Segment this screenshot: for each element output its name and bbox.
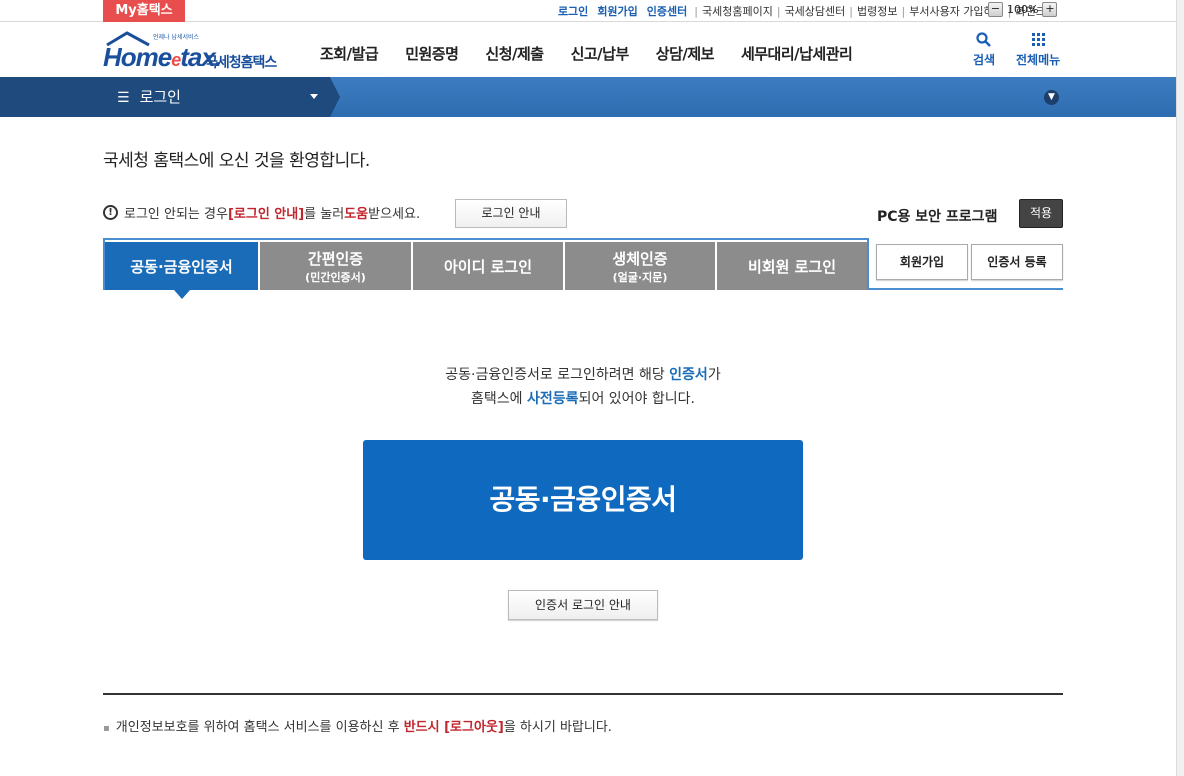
logout-notice: ▪ 개인정보보호를 위하여 홈택스 서비스를 이용하신 후 반드시 [로그아웃]을… [103, 716, 612, 735]
zoom-in-button[interactable]: + [1042, 2, 1058, 17]
menu-item-consult[interactable]: 상담/제보 [656, 43, 715, 64]
menu-item-certificate[interactable]: 민원증명 [405, 43, 459, 64]
notice-text-5: 받으세요. [368, 207, 421, 222]
law-info-link[interactable]: 법령정보 [857, 3, 897, 19]
login-guide-button[interactable]: 로그인 안내 [455, 199, 567, 228]
zoom-control: − 100% + [988, 2, 1058, 17]
separator: | [694, 4, 698, 18]
description-line-2: 홈택스에 사전등록되어 있어야 합니다. [363, 387, 803, 411]
tab-simple-auth[interactable]: 간편인증 (민간인증서) [260, 242, 411, 290]
tab-label: 아이디 로그인 [443, 257, 533, 276]
caret-down-icon[interactable] [310, 94, 318, 99]
site-header: 언제나 납세서비스 Homeetax. 국세청홈택스 조회/발급 민원증명 신청… [0, 23, 1176, 77]
main-menu: 조회/발급 민원증명 신청/제출 신고/납부 상담/제보 세무대리/납세관리 [320, 43, 879, 64]
tab-biometric[interactable]: 생체인증 (얼굴·지문) [565, 242, 715, 290]
search-button[interactable]: 검색 [973, 31, 995, 68]
zoom-out-button[interactable]: − [988, 2, 1003, 17]
signup-button[interactable]: 회원가입 [876, 244, 968, 280]
hometax-logo[interactable]: 언제나 납세서비스 Homeetax. 국세청홈택스 [103, 29, 283, 73]
cert-center-link[interactable]: 인증센터 [647, 3, 687, 19]
menu-item-inquiry[interactable]: 조회/발급 [320, 43, 379, 64]
nts-homepage-link[interactable]: 국세청홈페이지 [702, 3, 773, 19]
divider [103, 693, 1063, 695]
vertical-scrollbar[interactable] [1176, 0, 1184, 776]
cert-login-description: 공동·금융인증서로 로그인하려면 해당 인증서가 홈택스에 사전등록되어 있어야… [363, 363, 803, 411]
exclamation-icon: ! [103, 205, 118, 220]
tab-id-login[interactable]: 아이디 로그인 [413, 242, 563, 290]
login-link[interactable]: 로그인 [558, 3, 588, 19]
separator: | [776, 4, 781, 18]
location-text: 로그인 [139, 88, 181, 106]
footer-highlight: 반드시 [로그아웃] [403, 720, 504, 735]
logo-korean-name: 국세청홈택스 [205, 55, 277, 71]
desc-highlight: 인증서 [669, 367, 708, 383]
search-icon [976, 32, 991, 47]
apply-security-button[interactable]: 적용 [1019, 199, 1063, 228]
notice-text-4: 도움 [344, 207, 369, 222]
logo-e-text: e [171, 50, 181, 70]
tax-consult-link[interactable]: 국세상담센터 [785, 3, 846, 19]
active-tab-pointer [174, 290, 190, 299]
tab-label: 간편인증 [307, 249, 364, 268]
location-label: ☰ 로그인 [117, 77, 181, 118]
footer-text: 개인정보보호를 위하여 홈택스 서비스를 이용하신 후 [115, 720, 404, 735]
tab-sublabel: (민간인증서) [305, 270, 366, 284]
chevron-down-icon[interactable]: ▼ [1044, 90, 1059, 105]
page-title: 국세청 홈택스에 오신 것을 환영합니다. [103, 151, 370, 171]
tab-joint-financial-cert[interactable]: 공동·금융인증서 [105, 242, 258, 290]
logo-home-text: Home [103, 42, 172, 72]
signup-link[interactable]: 회원가입 [597, 3, 637, 19]
desc-text: 공동·금융인증서로 로그인하려면 해당 [445, 367, 670, 383]
logo-tagline: 언제나 납세서비스 [153, 34, 200, 41]
tab-label: 공동·금융인증서 [130, 257, 233, 276]
logo-wordmark: Homeetax. [103, 42, 222, 73]
desc-text: 가 [707, 367, 721, 383]
top-utility-bar: My홈택스 로그인 회원가입 인증센터 | 국세청홈페이지 | 국세상담센터 |… [0, 0, 1176, 22]
all-menu-button[interactable]: 전체메뉴 [1016, 31, 1060, 68]
menu-item-report-pay[interactable]: 신고/납부 [571, 43, 630, 64]
location-bar: ☰ 로그인 ▼ [0, 77, 1176, 117]
description-line-1: 공동·금융인증서로 로그인하려면 해당 인증서가 [363, 363, 803, 387]
login-tabs: 공동·금융인증서 간편인증 (민간인증서) 아이디 로그인 생체인증 (얼굴·지… [103, 238, 869, 290]
register-cert-button[interactable]: 인증서 등록 [971, 244, 1063, 280]
desc-highlight: 사전등록 [527, 391, 579, 407]
login-help-notice: ! 로그인 안되는 경우 [로그인 안내] 를 눌러 도움 받으세요. [103, 203, 420, 222]
tab-label: 생체인증 [612, 249, 668, 268]
bullet-icon: ▪ [103, 723, 110, 734]
zoom-value: 100% [1007, 3, 1039, 16]
cert-login-guide-button[interactable]: 인증서 로그인 안내 [508, 590, 658, 620]
hamburger-icon: ☰ [117, 90, 130, 106]
my-hometax-tab[interactable]: My홈택스 [103, 0, 185, 22]
separator: | [901, 4, 906, 18]
notice-text-3: 를 눌러 [304, 207, 345, 222]
desc-text: 되어 있어야 합니다. [578, 391, 695, 407]
grid-menu-icon [1032, 33, 1046, 46]
menu-item-tax-agent[interactable]: 세무대리/납세관리 [741, 43, 853, 64]
search-label: 검색 [973, 53, 996, 67]
tab-sublabel: (얼굴·지문) [612, 270, 668, 284]
separator: | [849, 4, 854, 18]
tab-guest-login[interactable]: 비회원 로그인 [717, 242, 867, 290]
notice-text-2: [로그인 안내] [227, 207, 305, 222]
tabs-underline [868, 288, 1063, 290]
notice-text-1: 로그인 안되는 경우 [124, 207, 228, 222]
tab-label: 비회원 로그인 [747, 257, 837, 276]
desc-text: 홈택스에 [471, 391, 528, 407]
pc-security-label: PC용 보안 프로그램 [877, 209, 998, 225]
menu-item-apply[interactable]: 신청/제출 [485, 43, 544, 64]
all-menu-label: 전체메뉴 [1016, 53, 1061, 67]
utility-links: 로그인 회원가입 인증센터 | 국세청홈페이지 | 국세상담센터 | 법령정보 … [558, 0, 1056, 22]
footer-text: 을 하시기 바랍니다. [503, 720, 612, 735]
location-arrow [330, 77, 340, 117]
joint-financial-cert-login-button[interactable]: 공동·금융인증서 [363, 440, 803, 560]
